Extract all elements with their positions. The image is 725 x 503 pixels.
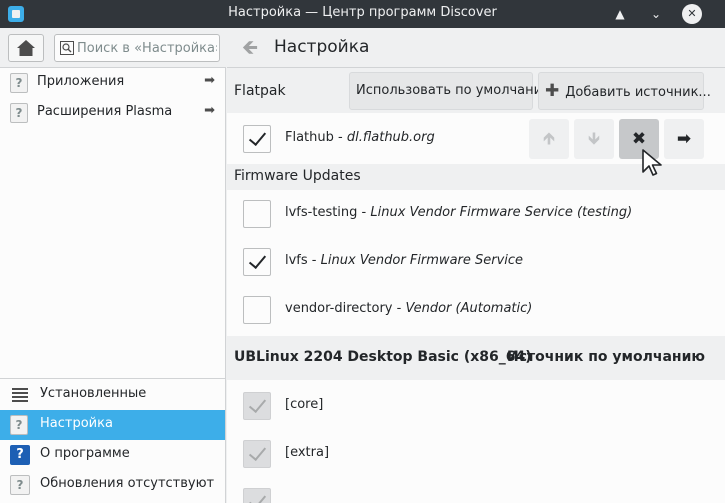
firmware-section-title: Firmware Updates [234, 168, 361, 184]
source-label: vendor-directory - Vendor (Automatic) [285, 301, 533, 316]
list-icon [12, 388, 28, 402]
page-title: Настройка [274, 37, 370, 57]
sidebar-item-installed[interactable]: Установленные [0, 380, 225, 410]
sidebar-header [0, 28, 226, 68]
source-row-lvfs: lvfs - Linux Vendor Firmware Service [227, 238, 725, 286]
source-label: lvfs-testing - Linux Vendor Firmware Ser… [285, 205, 633, 220]
source-row-partial [227, 478, 725, 503]
keep-above-button[interactable]: ▲ [610, 4, 630, 24]
sidebar-item-label: О программе [40, 446, 130, 461]
source-row-vendor-directory: vendor-directory - Vendor (Automatic) [227, 286, 725, 334]
open-source-button[interactable]: ➡ [664, 119, 704, 159]
source-label: Flathub - dl.flathub.org [285, 130, 435, 145]
question-mark-icon: ? [10, 415, 28, 435]
sidebar-item-label: Обновления отсутствуют [40, 476, 215, 491]
source-label: [extra] [285, 445, 330, 460]
back-button[interactable]: 🡸 [235, 34, 265, 62]
arrow-down-icon: 🡻 [587, 129, 601, 149]
home-button[interactable] [8, 34, 44, 62]
sidebar-item-updates[interactable]: ? Обновления отсутствуют [0, 470, 225, 500]
arrow-right-icon: ➡ [204, 103, 215, 118]
sidebar: ? Приложения ➡ ? Расширения Plasma ➡ Уст… [0, 28, 226, 503]
source-label: lvfs - Linux Vendor Firmware Service [285, 253, 524, 268]
source-row-core: [core] [227, 382, 725, 430]
close-window-button[interactable]: ✕ [682, 4, 702, 24]
minimize-button[interactable]: ⌄ [646, 4, 666, 24]
arrow-right-icon: ➡ [204, 73, 215, 88]
source-enabled-checkbox[interactable] [243, 248, 271, 276]
page-header: 🡸 Настройка [227, 28, 725, 68]
move-up-button[interactable]: 🡹 [529, 119, 569, 159]
sidebar-item-label: Расширения Plasma [37, 104, 173, 119]
use-default-button[interactable]: Использовать по умолчанию [349, 72, 553, 110]
flatpak-section-header: Flatpak Использовать по умолчанию ✚ Добав… [227, 69, 725, 113]
question-mark-icon: ? [10, 103, 28, 123]
sidebar-item-about[interactable]: ? О программе [0, 440, 225, 470]
search-icon [60, 41, 74, 55]
default-source-label: Источник по умолчанию [507, 349, 705, 365]
source-row-extra: [extra] [227, 430, 725, 478]
search-input[interactable] [77, 39, 217, 57]
source-row-lvfs-testing: lvfs-testing - Linux Vendor Firmware Ser… [227, 190, 725, 238]
add-source-button[interactable]: ✚ Добавить источник... [538, 72, 711, 110]
arrow-left-icon: 🡸 [241, 35, 259, 59]
arrow-up-icon: 🡹 [542, 129, 556, 149]
title-bar: Настройка — Центр программ Discover ▲ ⌄ … [0, 0, 725, 28]
plus-icon: ✚ [545, 81, 560, 101]
distro-section-header: UBLinux 2204 Desktop Basic (x86_64) Исто… [227, 336, 725, 380]
source-enabled-checkbox[interactable] [243, 296, 271, 324]
discover-window: Настройка — Центр программ Discover ▲ ⌄ … [0, 0, 725, 503]
flatpak-section-title: Flatpak [234, 83, 286, 99]
question-mark-icon: ? [10, 73, 28, 93]
sidebar-item-applications[interactable]: ? Приложения ➡ [0, 68, 225, 98]
source-label: [core] [285, 397, 324, 412]
source-enabled-checkbox [243, 488, 271, 503]
sidebar-divider [0, 378, 225, 379]
mouse-cursor-icon [642, 149, 662, 176]
move-down-button[interactable]: 🡻 [574, 119, 614, 159]
source-enabled-checkbox[interactable] [243, 125, 271, 153]
add-source-label: Добавить источник... [565, 85, 711, 100]
source-enabled-checkbox [243, 440, 271, 468]
home-icon [17, 40, 35, 56]
question-mark-icon: ? [10, 475, 30, 495]
source-enabled-checkbox [243, 392, 271, 420]
search-field[interactable] [54, 34, 220, 62]
sidebar-item-label: Установленные [40, 386, 147, 401]
sidebar-item-label: Приложения [37, 74, 125, 89]
sidebar-item-settings[interactable]: ? Настройка [0, 410, 225, 440]
settings-content: Flatpak Использовать по умолчанию ✚ Добав… [227, 69, 725, 503]
source-enabled-checkbox[interactable] [243, 200, 271, 228]
sidebar-item-label: Настройка [40, 416, 113, 431]
distro-section-title: UBLinux 2204 Desktop Basic (x86_64) [234, 349, 532, 365]
arrow-right-icon: ➡ [676, 129, 692, 149]
remove-icon: ✖ [631, 129, 647, 149]
about-icon: ? [10, 445, 30, 465]
sidebar-item-plasma-addons[interactable]: ? Расширения Plasma ➡ [0, 98, 225, 128]
